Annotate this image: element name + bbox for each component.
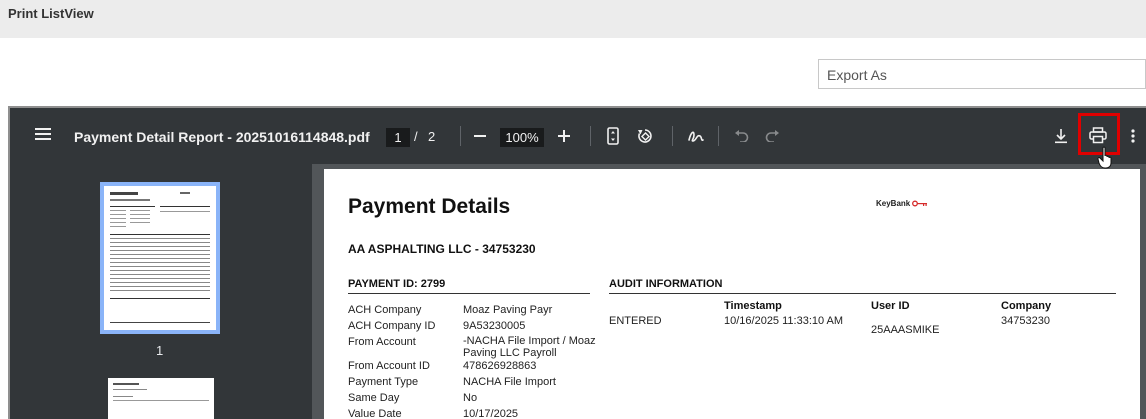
fit-page-icon[interactable] — [607, 127, 619, 145]
page-total: 2 — [428, 129, 436, 144]
audit-user-id: 25AAASMIKE — [871, 324, 940, 336]
pdf-page: Payment Details KeyBank AA ASPHALTING LL… — [324, 169, 1140, 419]
field-label: ACH Company ID — [348, 320, 436, 332]
audit-timestamp: 10/16/2025 11:33:10 AM — [724, 315, 844, 327]
menu-icon[interactable] — [35, 127, 51, 141]
toolbar-divider — [460, 126, 461, 146]
page-thumbnail-2[interactable] — [108, 378, 214, 419]
pdf-viewer: Payment Detail Report - 20251016114848.p… — [8, 106, 1146, 419]
undo-icon[interactable] — [734, 130, 749, 142]
field-label: Value Date — [348, 408, 402, 419]
audit-company: 34753230 — [1001, 315, 1050, 327]
pdf-toolbar: Payment Detail Report - 20251016114848.p… — [10, 108, 1146, 169]
more-options-icon[interactable] — [1131, 129, 1135, 143]
field-value: 10/17/2025 — [463, 408, 519, 419]
logo-text: KeyBank — [876, 199, 911, 208]
field-value: 478626928863 — [463, 360, 537, 372]
field-label: Same Day — [348, 392, 400, 404]
audit-action: ENTERED — [609, 315, 662, 327]
section-divider — [348, 293, 590, 294]
pdf-filename: Payment Detail Report - 20251016114848.p… — [74, 129, 370, 145]
page-title: Print ListView — [8, 6, 94, 21]
page-header: Print ListView — [0, 0, 1146, 38]
toolbar-divider — [718, 126, 719, 146]
field-label: ACH Company — [348, 304, 422, 316]
redo-icon[interactable] — [765, 130, 780, 142]
draw-icon[interactable] — [687, 128, 705, 144]
section-divider — [609, 293, 1116, 294]
keybank-logo: KeyBank — [876, 199, 928, 208]
zoom-level-input[interactable]: 100% — [500, 128, 544, 147]
company-name: AA ASPHALTING LLC - 34753230 — [348, 242, 536, 256]
field-value: 9A53230005 — [463, 320, 526, 332]
audit-col-user-id: User ID — [871, 300, 910, 312]
toolbar-divider — [590, 126, 591, 146]
zoom-in-icon[interactable] — [558, 130, 570, 142]
field-value: Moaz Paving Payr — [463, 304, 553, 316]
audit-col-company: Company — [1001, 300, 1052, 312]
field-value: No — [463, 392, 478, 404]
hand-cursor-icon — [1097, 146, 1115, 170]
report-title: Payment Details — [348, 195, 511, 218]
field-value: -NACHA File Import / Moaz Paving LLC Pay… — [463, 335, 596, 359]
field-label: From Account ID — [348, 360, 430, 372]
page-separator: / — [414, 129, 418, 144]
toolbar-divider — [672, 126, 673, 146]
field-label: Payment Type — [348, 376, 419, 388]
page-thumbnail-1[interactable] — [100, 182, 220, 334]
zoom-out-icon[interactable] — [474, 135, 486, 137]
rotate-icon[interactable] — [636, 127, 654, 145]
field-label: From Account — [348, 336, 416, 348]
audit-info-header: AUDIT INFORMATION — [609, 278, 723, 290]
payment-id-header: PAYMENT ID: 2799 — [348, 278, 446, 290]
audit-col-timestamp: Timestamp — [724, 300, 782, 312]
field-value: NACHA File Import — [463, 376, 556, 388]
thumbnail-page-label: 1 — [156, 343, 164, 358]
export-as-select[interactable]: Export As — [818, 59, 1146, 89]
page-number-input[interactable]: 1 — [386, 128, 410, 147]
download-icon[interactable] — [1054, 128, 1068, 144]
